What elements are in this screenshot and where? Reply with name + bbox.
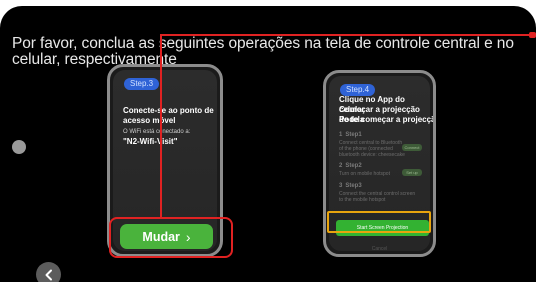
instruction-text: Por favor, conclua as seguintes operaçõe… bbox=[12, 35, 514, 68]
wifi-ssid: "N2-Wifi-Visit" bbox=[123, 137, 178, 146]
projection-setup-screen: Por favor, conclua as seguintes operaçõe… bbox=[0, 6, 536, 282]
step3-label: 3 Step3 bbox=[339, 183, 362, 189]
step1-desc: bluetooth device: cheesecake bbox=[339, 152, 405, 158]
chevron-left-icon bbox=[45, 269, 52, 280]
phone-title-line3: Pode começar a projecção de te bbox=[339, 115, 436, 124]
highlight-box-start-projection bbox=[327, 211, 431, 233]
step2-desc: Turn on mobile hotspot bbox=[339, 171, 390, 177]
connect-pill: Connect bbox=[402, 144, 422, 151]
setup-pill: Set up bbox=[402, 169, 422, 176]
phone-title-line2: acesso móvel bbox=[123, 116, 176, 125]
annotation-line bbox=[160, 34, 162, 218]
annotation-endpoint bbox=[529, 32, 536, 38]
highlight-box-mudar bbox=[109, 217, 233, 258]
step1-label: 1 Step1 bbox=[339, 132, 362, 138]
back-button[interactable] bbox=[36, 262, 61, 282]
phone-title-line1: Conecte-se ao ponto de bbox=[123, 106, 214, 115]
camera-dot bbox=[12, 140, 26, 154]
cancel-link: Cancel bbox=[371, 246, 388, 252]
step2-label: 2 Step2 bbox=[339, 163, 362, 169]
wifi-label: O WiFi está conectado a: bbox=[123, 129, 191, 135]
annotation-line bbox=[160, 34, 535, 36]
step3-desc: to the mobile hotspot bbox=[339, 197, 386, 203]
step-badge: Step.3 bbox=[124, 78, 160, 90]
